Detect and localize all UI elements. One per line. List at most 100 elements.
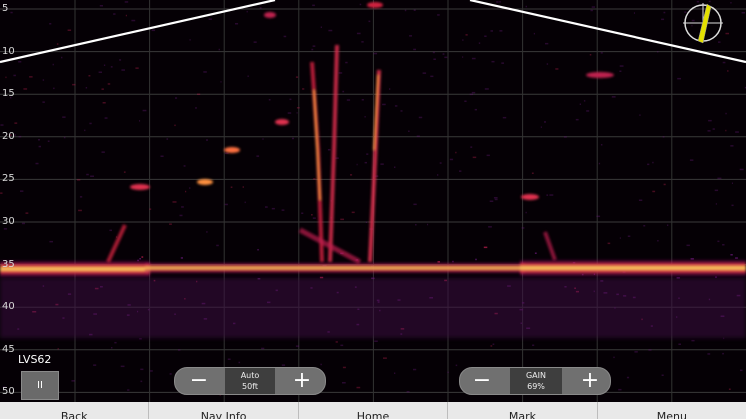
menu-nav-info-button[interactable]: Nav Info — [149, 402, 299, 419]
range-minus-button[interactable]: − — [185, 370, 213, 392]
fish-returns — [106, 44, 557, 265]
gain-plus-button[interactable]: + — [576, 370, 604, 392]
noise-speck — [259, 7, 262, 9]
noise-speck — [238, 361, 241, 364]
noise-speck — [224, 152, 229, 155]
noise-speck — [311, 214, 313, 216]
noise-speck — [90, 175, 94, 177]
noise-speck — [722, 61, 726, 64]
noise-speck — [119, 59, 122, 61]
noise-speck — [313, 178, 316, 180]
noise-speck — [413, 368, 417, 371]
noise-speck — [283, 35, 287, 38]
range-mode: Auto — [240, 371, 260, 380]
noise-speck — [413, 48, 416, 51]
noise-speck — [14, 122, 18, 124]
noise-speck — [23, 88, 28, 90]
menu-back-button[interactable]: Back — [0, 402, 150, 419]
noise-speck — [707, 130, 711, 132]
noise-speck — [437, 174, 439, 176]
noise-speck — [208, 18, 212, 20]
noise-speck — [350, 174, 353, 176]
noise-speck — [409, 35, 412, 37]
noise-speck — [600, 52, 603, 54]
noise-speck — [374, 340, 378, 342]
noise-speck — [361, 41, 364, 43]
noise-speck — [361, 99, 364, 101]
noise-speck — [394, 105, 398, 107]
noise-speck — [340, 218, 344, 221]
noise-speck — [185, 190, 187, 193]
noise-speck — [739, 168, 744, 171]
noise-speck — [607, 242, 611, 245]
noise-speck — [365, 221, 368, 223]
noise-speck — [57, 348, 59, 350]
noise-speck — [591, 6, 595, 8]
noise-speck — [490, 345, 493, 347]
noise-speck — [311, 48, 314, 51]
noise-speck — [174, 124, 176, 127]
depth-label-45: 45 — [2, 343, 15, 355]
menu-home-button[interactable]: Home — [299, 402, 449, 419]
noise-speck — [101, 151, 105, 153]
menu-menu-button[interactable]: Menu — [598, 402, 746, 419]
noise-speck — [340, 344, 344, 347]
noise-speck — [77, 179, 81, 181]
noise-speck — [115, 236, 118, 238]
noise-speck — [708, 119, 712, 122]
noise-speck — [328, 29, 333, 32]
depth-label-5: 5 — [2, 3, 9, 14]
noise-speck — [127, 389, 130, 391]
noise-speck — [49, 23, 52, 25]
gain-minus-button[interactable]: − — [468, 370, 496, 392]
noise-speck — [271, 207, 275, 210]
sonar-view[interactable]: 5 10 15 20 25 30 35 40 45 50 — [0, 0, 746, 402]
menu-mark-button[interactable]: Mark — [448, 402, 598, 419]
noise-speck — [725, 129, 727, 132]
noise-speck — [85, 87, 88, 89]
noise-speck — [247, 75, 249, 77]
noise-speck — [47, 140, 50, 142]
pause-icon: II — [37, 380, 43, 391]
range-plus-button[interactable]: + — [288, 370, 316, 392]
noise-speck — [489, 200, 494, 202]
noise-speck — [301, 212, 304, 214]
noise-speck — [368, 20, 371, 23]
noise-speck — [619, 237, 621, 239]
noise-speck — [415, 224, 417, 226]
noise-speck — [287, 112, 292, 114]
noise-speck — [652, 161, 654, 164]
pause-button[interactable]: II — [21, 371, 59, 400]
noise-speck — [422, 72, 427, 74]
noise-speck — [203, 71, 207, 73]
noise-speck — [67, 29, 72, 31]
minus-icon: − — [472, 368, 492, 393]
noise-speck — [364, 116, 366, 118]
noise-speck — [189, 187, 191, 189]
noise-speck — [262, 138, 264, 140]
noise-speck — [714, 189, 719, 192]
noise-speck — [627, 235, 631, 237]
noise-speck — [18, 135, 22, 138]
noise-speck — [335, 341, 338, 343]
noise-speck — [544, 121, 546, 123]
noise-speck — [416, 135, 420, 137]
range-control: − Auto 50ft + — [174, 367, 326, 395]
noise-speck — [447, 371, 449, 374]
noise-speck — [169, 373, 172, 375]
noise-speck — [686, 244, 690, 247]
depth-label-40: 40 — [2, 301, 15, 313]
noise-speck — [626, 376, 630, 379]
noise-speck — [499, 1, 501, 3]
noise-speck — [295, 345, 300, 347]
noise-speck — [442, 53, 445, 55]
noise-speck — [493, 197, 498, 199]
noise-speck — [206, 231, 208, 233]
noise-speck — [639, 114, 641, 116]
noise-speck — [406, 391, 410, 393]
noise-speck — [459, 170, 462, 172]
noise-speck — [189, 39, 191, 41]
noise-speck — [342, 382, 346, 384]
compass-icon[interactable] — [681, 1, 725, 45]
noise-speck — [109, 229, 112, 232]
